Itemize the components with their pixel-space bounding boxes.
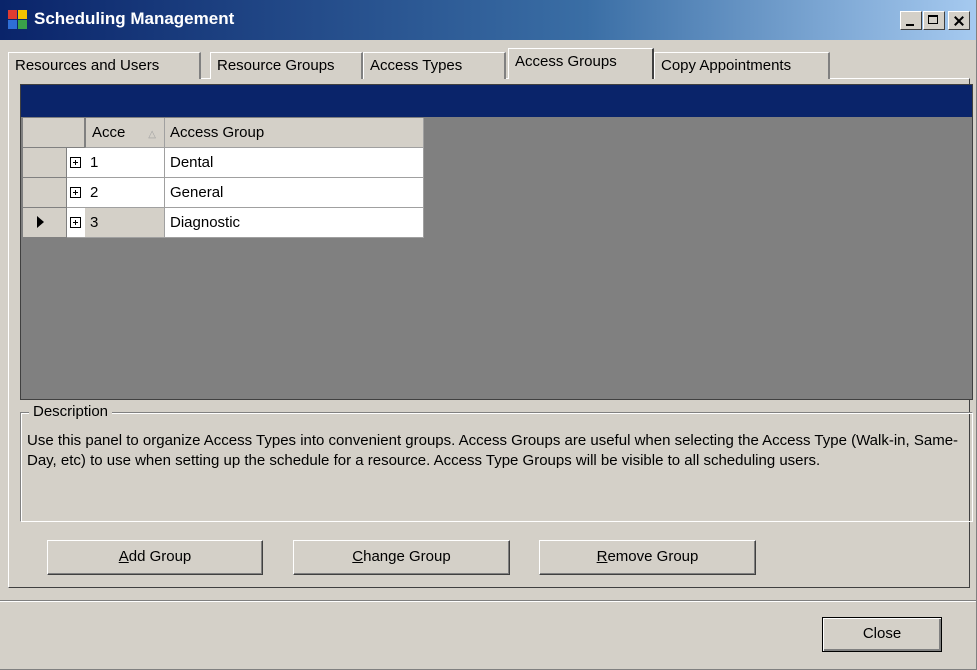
access-groups-grid[interactable]: Acce △ Access Group 1 Dental 2 General 3… [20,84,973,400]
row-selector[interactable] [23,178,67,208]
remove-group-mnemonic: R [596,548,608,565]
cell-id[interactable]: 3 [85,208,165,238]
change-group-button[interactable]: Change Group [293,540,510,575]
remove-group-button[interactable]: Remove Group [539,540,756,575]
app-icon [8,10,28,30]
expand-plus-icon [70,217,81,228]
cell-access-group[interactable]: Diagnostic [165,208,424,238]
current-row-arrow-icon [37,216,44,228]
title-bar[interactable]: Scheduling Management [0,0,976,40]
row-selector[interactable] [23,208,67,238]
tab-access-groups[interactable]: Access Groups [508,48,654,79]
column-header-id-label: Acce [92,124,126,141]
scheduling-management-window: Scheduling Management Resources and User… [0,0,977,670]
sort-ascending-icon: △ [148,129,156,140]
tab-copy-appointments[interactable]: Copy Appointments [654,52,830,79]
add-group-button[interactable]: Add Group [47,540,263,575]
description-group: Description Use this panel to organize A… [20,402,973,522]
cell-access-group[interactable]: General [165,178,424,208]
close-window-button[interactable] [948,11,970,30]
table-row[interactable]: 1 Dental [23,148,424,178]
cell-id[interactable]: 2 [85,178,165,208]
row-selector[interactable] [23,148,67,178]
row-header-corner [23,118,85,148]
cell-access-group[interactable]: Dental [165,148,424,178]
tab-resource-groups[interactable]: Resource Groups [210,52,363,79]
expand-plus-icon [70,187,81,198]
column-header-id[interactable]: Acce △ [85,118,165,148]
column-header-access-group[interactable]: Access Group [165,118,424,148]
grid-header-row: Acce △ Access Group [23,118,424,148]
window-title: Scheduling Management [34,9,235,28]
table-row[interactable]: 2 General [23,178,424,208]
expand-row-button[interactable] [67,208,85,238]
tab-access-types[interactable]: Access Types [363,52,506,79]
description-text: Use this panel to organize Access Types … [27,432,959,469]
change-group-mnemonic: C [352,548,364,565]
tab-strip: Resources and Users Resource Groups Acce… [8,48,968,79]
add-group-mnemonic: A [118,548,129,565]
add-group-label: dd Group [128,548,192,565]
description-title: Description [29,402,113,422]
table-row[interactable]: 3 Diagnostic [23,208,424,238]
expand-plus-icon [70,157,81,168]
maximize-button[interactable] [923,11,945,30]
close-button[interactable]: Close [822,617,942,652]
change-group-label: hange Group [363,548,451,565]
expand-row-button[interactable] [67,148,85,178]
grid-caption-bar [21,85,972,117]
expand-row-button[interactable] [67,178,85,208]
tab-resources-and-users[interactable]: Resources and Users [8,52,201,79]
footer-divider [0,600,976,602]
cell-id[interactable]: 1 [85,148,165,178]
grid-table: Acce △ Access Group 1 Dental 2 General 3… [23,118,424,238]
minimize-button[interactable] [900,11,922,30]
remove-group-label: emove Group [607,548,699,565]
